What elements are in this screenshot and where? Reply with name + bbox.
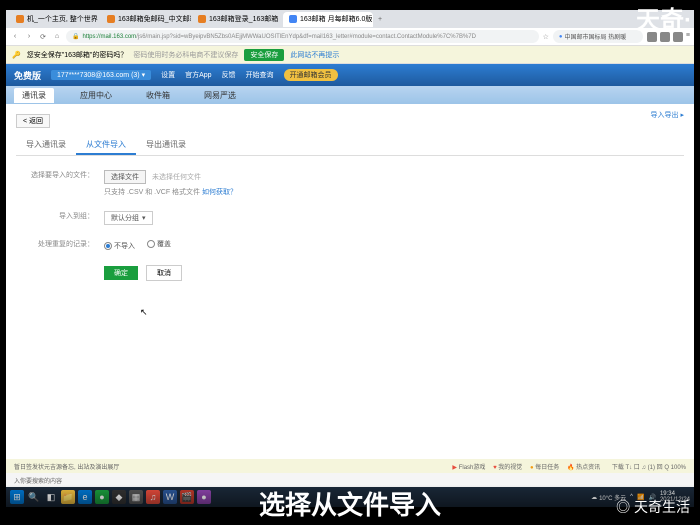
subnav-inbox[interactable]: 收件箱 (138, 88, 178, 103)
import-form: 选择要导入的文件： 选择文件 未选择任何文件 只支持 .CSV 和 .VCF 格… (16, 156, 684, 309)
nav-feedback[interactable]: 反馈 (222, 70, 236, 80)
duplicate-label: 处理重复的记录： (24, 239, 104, 249)
back-button[interactable]: < 返回 (16, 114, 50, 128)
nav-settings[interactable]: 设置 (161, 70, 175, 80)
subnav-contacts[interactable]: 通讯录 (14, 88, 54, 103)
nav-query[interactable]: 开始查询 (246, 70, 274, 80)
address-bar: ‹ › ⟳ ⌂ 🔒 https://mail.163.com/js6/main.… (6, 28, 694, 46)
watermark-top: 天奇· (636, 0, 692, 35)
radio-skip[interactable]: 不导入 (104, 241, 135, 251)
favorite-icon[interactable]: ☆ (543, 33, 549, 41)
upgrade-button[interactable]: 开通邮箱会员 (284, 69, 338, 81)
import-tabs: 导入通讯录 从文件导入 导出通讯录 (16, 136, 684, 156)
confirm-button[interactable]: 确定 (104, 266, 138, 280)
password-save-bar: 🔑 您安全保存"163邮箱"的密码吗？ 密码使用时务必科电商不建议保存 安全保存… (6, 46, 694, 64)
tab-import-contacts[interactable]: 导入通讯录 (16, 136, 76, 155)
subnav-yanxuan[interactable]: 网易严选 (196, 88, 244, 103)
watermark-bottom: ◎ 天奇生活 (616, 497, 690, 517)
subnav-apps[interactable]: 应用中心 (72, 88, 120, 103)
radio-icon (104, 242, 112, 250)
browser-tab[interactable]: 机_一个主页, 整个世界 (10, 12, 100, 27)
lock-icon: 🔒 (72, 33, 79, 40)
chevron-down-icon: ▾ (142, 214, 146, 222)
browser-tabbar: 机_一个主页, 整个世界 163邮箱免邮码_中文邮箱第一 163邮箱登录_163… (6, 10, 694, 28)
radio-icon (147, 240, 155, 248)
cancel-button[interactable]: 取消 (146, 265, 182, 281)
logo: 免费版 (14, 69, 41, 82)
never-save-link[interactable]: 此网站不再提示 (290, 50, 339, 60)
home-icon[interactable]: ⌂ (52, 32, 62, 42)
url-input[interactable]: 🔒 https://mail.163.com/js6/main.jsp?sid=… (66, 30, 539, 43)
tab-export-contacts[interactable]: 导出通讯录 (136, 136, 196, 155)
search-input[interactable]: ●中国邮市国标局 热剧暖 (553, 30, 643, 43)
group-label: 导入到组： (24, 211, 104, 221)
format-hint: 只支持 .CSV 和 .VCF 格式文件 (104, 189, 200, 196)
save-hint-text: 密码使用时务必科电商不建议保存 (133, 50, 238, 60)
group-select[interactable]: 默认分组▾ (104, 211, 153, 225)
reload-icon[interactable]: ⟳ (38, 32, 48, 42)
content-area: < 返回 导入导出 ▸ 导入通讯录 从文件导入 导出通讯录 选择要导入的文件： … (6, 104, 694, 471)
key-icon: 🔑 (12, 51, 21, 59)
browser-tab[interactable]: 163邮箱免邮码_中文邮箱第一 (101, 12, 191, 27)
help-link[interactable]: 如何获取？ (202, 189, 237, 196)
file-status: 未选择任何文件 (152, 174, 201, 181)
export-link[interactable]: 导入导出 ▸ (651, 110, 684, 120)
screen: 机_一个主页, 整个世界 163邮箱免邮码_中文邮箱第一 163邮箱登录_163… (6, 10, 694, 507)
choose-file-button[interactable]: 选择文件 (104, 170, 146, 184)
browser-tab[interactable]: 163邮箱登录_163邮箱 (192, 12, 282, 27)
status-bar-1: 暂日签发状元吉源备忘, 出站及演出展厅 ▶ Flash游戏 ♥ 我的视觉 ● 每… (6, 459, 694, 473)
back-icon[interactable]: ‹ (10, 32, 20, 42)
mail-subnav: 通讯录 应用中心 收件箱 网易严选 (6, 86, 694, 104)
forward-icon[interactable]: › (24, 32, 34, 42)
save-prompt-text: 您安全保存"163邮箱"的密码吗？ (27, 50, 128, 60)
browser-tab-active[interactable]: 163邮箱 月每邮箱6.0版× (283, 12, 373, 27)
radio-overwrite[interactable]: 覆盖 (147, 239, 171, 249)
cursor-icon: ↖ (140, 307, 148, 318)
save-password-button[interactable]: 安全保存 (244, 49, 284, 61)
user-badge[interactable]: 177****7308@163.com (3) ▾ (51, 70, 151, 80)
tab-import-file[interactable]: 从文件导入 (76, 136, 136, 155)
file-label: 选择要导入的文件： (24, 170, 104, 180)
mail-header: 免费版 177****7308@163.com (3) ▾ 设置 官方App 反… (6, 64, 694, 86)
video-caption: 选择从文件导入 (0, 485, 700, 525)
new-tab-button[interactable]: + (374, 16, 386, 23)
nav-app[interactable]: 官方App (185, 70, 211, 80)
